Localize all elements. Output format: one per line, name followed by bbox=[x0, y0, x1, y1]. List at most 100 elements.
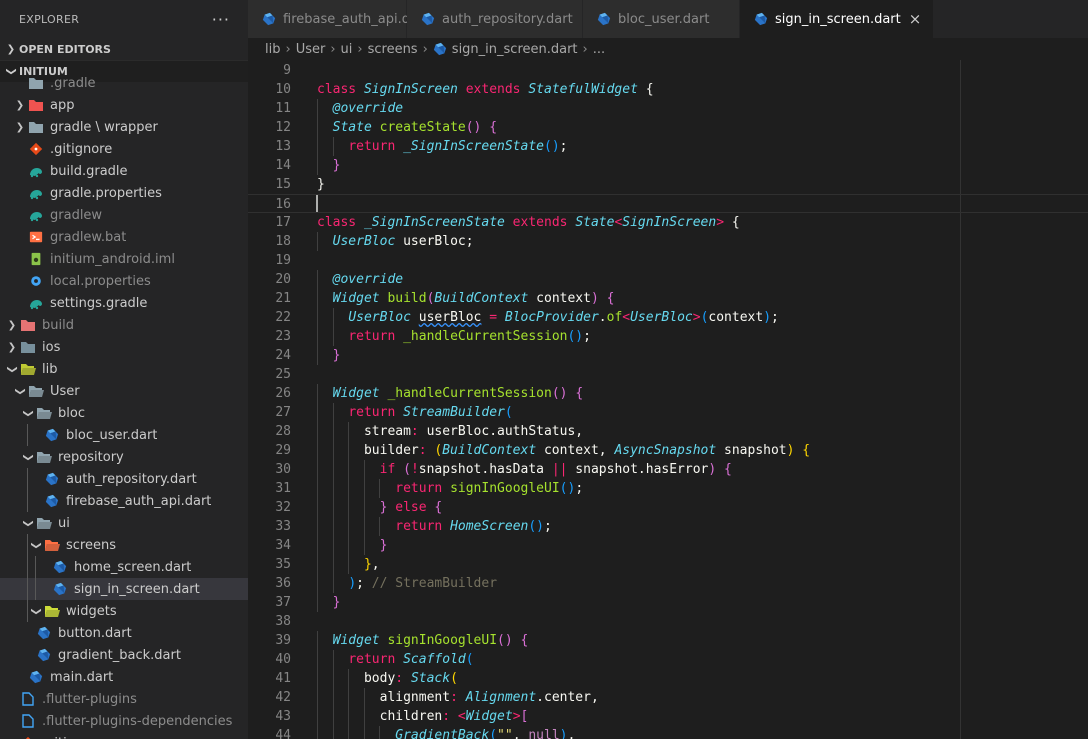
chevron-right-icon[interactable]: ❯ bbox=[12, 100, 28, 111]
tree-folder[interactable]: ❯ ui bbox=[0, 512, 248, 534]
code-line[interactable]: 13 return _SignInScreenState(); bbox=[248, 137, 1088, 156]
code-line[interactable]: 21 Widget build(BuildContext context) { bbox=[248, 289, 1088, 308]
code-line[interactable]: 36 ); // StreamBuilder bbox=[248, 574, 1088, 593]
code-line[interactable]: 39 Widget signInGoogleUI() { bbox=[248, 631, 1088, 650]
tree-file[interactable]: .gitignore bbox=[0, 138, 248, 160]
tree-file[interactable]: auth_repository.dart bbox=[0, 468, 248, 490]
code-text: return Scaffold( bbox=[317, 650, 473, 669]
code-line[interactable]: 20 @override bbox=[248, 270, 1088, 289]
code-line[interactable]: 9 bbox=[248, 61, 1088, 80]
code-line[interactable]: 27 return StreamBuilder( bbox=[248, 403, 1088, 422]
tree-file[interactable]: gradle.properties bbox=[0, 182, 248, 204]
code-line[interactable]: 33 return HomeScreen(); bbox=[248, 517, 1088, 536]
code-line[interactable]: 23 return _handleCurrentSession(); bbox=[248, 327, 1088, 346]
chevron-down-icon[interactable]: ❯ bbox=[31, 603, 42, 619]
code-line[interactable]: 28 stream: userBloc.authStatus, bbox=[248, 422, 1088, 441]
tree-folder[interactable]: .gradle bbox=[0, 72, 248, 94]
tree-file[interactable]: .gitignore bbox=[0, 732, 248, 739]
tab-sign-in-screen-dart[interactable]: sign_in_screen.dart × bbox=[740, 0, 935, 38]
code-line[interactable]: 38 bbox=[248, 612, 1088, 631]
tree-file[interactable]: gradient_back.dart bbox=[0, 644, 248, 666]
breadcrumb-item[interactable]: ui bbox=[341, 42, 353, 57]
code-token: return bbox=[348, 405, 396, 420]
code-line[interactable]: 26 Widget _handleCurrentSession() { bbox=[248, 384, 1088, 403]
tree-folder[interactable]: ❯ app bbox=[0, 94, 248, 116]
code-line[interactable]: 22 UserBloc userBloc = BlocProvider.of<U… bbox=[248, 308, 1088, 327]
chevron-right-icon[interactable]: ❯ bbox=[12, 122, 28, 133]
tree-file[interactable]: firebase_auth_api.dart bbox=[0, 490, 248, 512]
code-line[interactable]: 43 children: <Widget>[ bbox=[248, 707, 1088, 726]
tree-folder[interactable]: ❯ User bbox=[0, 380, 248, 402]
chevron-down-icon[interactable]: ❯ bbox=[31, 537, 42, 553]
breadcrumb-item[interactable]: sign_in_screen.dart bbox=[452, 42, 578, 57]
chevron-down-icon[interactable]: ❯ bbox=[23, 449, 34, 465]
tree-folder[interactable]: ❯ bloc bbox=[0, 402, 248, 424]
tree-folder[interactable]: ❯ gradle \ wrapper bbox=[0, 116, 248, 138]
chevron-right-icon[interactable]: ❯ bbox=[4, 342, 20, 353]
code-line[interactable]: 16 bbox=[248, 194, 1088, 213]
tree-folder[interactable]: ❯ screens bbox=[0, 534, 248, 556]
tab-auth-repository-dart[interactable]: auth_repository.dart bbox=[407, 0, 583, 38]
tree-item-label: lib bbox=[42, 361, 58, 377]
code-line[interactable]: 15} bbox=[248, 175, 1088, 194]
tree-file[interactable]: settings.gradle bbox=[0, 292, 248, 314]
code-line[interactable]: 30 if (!snapshot.hasData || snapshot.has… bbox=[248, 460, 1088, 479]
tree-file[interactable]: gradlew bbox=[0, 204, 248, 226]
chevron-down-icon[interactable]: ❯ bbox=[7, 361, 18, 377]
code-line[interactable]: 24 } bbox=[248, 346, 1088, 365]
chevron-down-icon[interactable]: ❯ bbox=[15, 383, 26, 399]
code-line[interactable]: 31 return signInGoogleUI(); bbox=[248, 479, 1088, 498]
tree-file[interactable]: button.dart bbox=[0, 622, 248, 644]
tree-file[interactable]: local.properties bbox=[0, 270, 248, 292]
tree-file[interactable]: bloc_user.dart bbox=[0, 424, 248, 446]
tree-file[interactable]: gradlew.bat bbox=[0, 226, 248, 248]
tree-file[interactable]: .flutter-plugins bbox=[0, 688, 248, 710]
code-line[interactable]: 25 bbox=[248, 365, 1088, 384]
tree-file[interactable]: main.dart bbox=[0, 666, 248, 688]
code-line[interactable]: 17 class _SignInScreenState extends State… bbox=[248, 213, 1088, 232]
tree-file[interactable]: .flutter-plugins-dependencies bbox=[0, 710, 248, 732]
breadcrumb-item[interactable]: lib bbox=[265, 42, 280, 57]
tree-folder[interactable]: ❯ repository bbox=[0, 446, 248, 468]
tree-file[interactable]: sign_in_screen.dart bbox=[0, 578, 248, 600]
code-line[interactable]: 42 alignment: Alignment.center, bbox=[248, 688, 1088, 707]
tab-firebase-auth-api-dart[interactable]: firebase_auth_api.dart bbox=[248, 0, 428, 38]
breadcrumb-item[interactable]: User bbox=[296, 42, 326, 57]
close-icon[interactable]: × bbox=[909, 10, 922, 28]
tree-file[interactable]: build.gradle bbox=[0, 160, 248, 182]
chevron-down-icon[interactable]: ❯ bbox=[23, 515, 34, 531]
code-line[interactable]: 29 builder: (BuildContext context, Async… bbox=[248, 441, 1088, 460]
tree-folder[interactable]: ❯ ios bbox=[0, 336, 248, 358]
code-line[interactable]: 41 body: Stack( bbox=[248, 669, 1088, 688]
code-line[interactable]: 19 bbox=[248, 251, 1088, 270]
tab-bloc-user-dart[interactable]: bloc_user.dart bbox=[583, 0, 740, 38]
code-token: ( bbox=[504, 405, 513, 420]
line-number: 30 bbox=[275, 462, 291, 477]
breadcrumb-item[interactable]: screens bbox=[368, 42, 418, 57]
chevron-down-icon[interactable]: ❯ bbox=[23, 405, 34, 421]
tree-folder[interactable]: ❯ build bbox=[0, 314, 248, 336]
code-editor[interactable]: 9 10 class SignInScreen extends StatefulWi… bbox=[248, 60, 1088, 739]
code-line[interactable]: 14 } bbox=[248, 156, 1088, 175]
tree-file[interactable]: initium_android.iml bbox=[0, 248, 248, 270]
tree-folder[interactable]: ❯ lib bbox=[0, 358, 248, 380]
code-line[interactable]: 18 UserBloc userBloc; bbox=[248, 232, 1088, 251]
code-line[interactable]: 12 State createState() { bbox=[248, 118, 1088, 137]
tree-folder[interactable]: ❯ widgets bbox=[0, 600, 248, 622]
line-number: 14 bbox=[275, 158, 291, 173]
code-line[interactable]: 11 @override bbox=[248, 99, 1088, 118]
code-line[interactable]: 10 class SignInScreen extends StatefulWid… bbox=[248, 80, 1088, 99]
code-line[interactable]: 40 return Scaffold( bbox=[248, 650, 1088, 669]
code-line[interactable]: 44 GradientBack("", null), bbox=[248, 726, 1088, 739]
chevron-right-icon[interactable]: ❯ bbox=[4, 320, 20, 331]
code-line[interactable]: 32 } else { bbox=[248, 498, 1088, 517]
code-line[interactable]: 37 } bbox=[248, 593, 1088, 612]
tree-file[interactable]: home_screen.dart bbox=[0, 556, 248, 578]
code-line[interactable]: 34 } bbox=[248, 536, 1088, 555]
code-line[interactable]: 35 }, bbox=[248, 555, 1088, 574]
open-editors-section[interactable]: ❯ OPEN EDITORS bbox=[0, 38, 248, 60]
code-token: { bbox=[724, 215, 740, 230]
breadcrumb-item[interactable]: ... bbox=[593, 42, 605, 57]
ellipsis-icon[interactable]: ··· bbox=[212, 10, 230, 29]
